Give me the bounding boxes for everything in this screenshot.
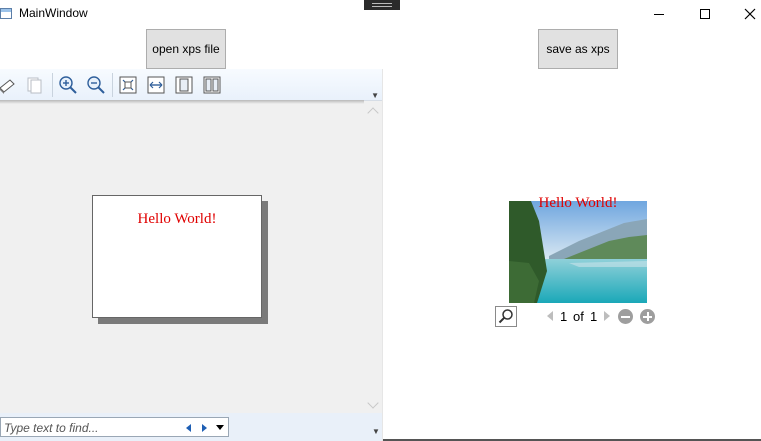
page-width-icon[interactable]	[146, 75, 166, 95]
landscape-image	[509, 201, 647, 303]
save-as-xps-button[interactable]: save as xps	[538, 29, 618, 69]
app-icon	[0, 8, 12, 19]
drag-grip-icon[interactable]	[364, 0, 400, 10]
document-viewer: ▼ Hello World! Type text to find... ▼	[0, 69, 382, 441]
zoom-out-icon[interactable]	[618, 309, 633, 324]
next-page-icon[interactable]	[604, 311, 610, 321]
document-page: Hello World!	[92, 195, 262, 318]
toolbar-overflow-icon[interactable]: ▼	[371, 91, 379, 100]
close-button[interactable]	[727, 0, 761, 28]
scroll-down-icon[interactable]	[367, 397, 379, 409]
whole-page-icon[interactable]	[174, 75, 194, 95]
find-toolbar: Type text to find... ▼	[0, 413, 382, 441]
find-placeholder: Type text to find...	[4, 421, 99, 435]
window-title: MainWindow	[19, 6, 88, 20]
find-next-icon[interactable]	[202, 424, 207, 432]
scroll-up-icon[interactable]	[367, 107, 379, 119]
open-xps-button[interactable]: open xps file	[146, 29, 226, 69]
two-pages-icon[interactable]	[202, 75, 222, 95]
actual-size-icon[interactable]	[118, 75, 138, 95]
preview-overlay-text: Hello World!	[538, 195, 618, 211]
maximize-button[interactable]	[682, 0, 728, 28]
find-previous-icon[interactable]	[186, 424, 191, 432]
zoom-in-icon[interactable]	[640, 309, 655, 324]
minimize-icon	[654, 13, 664, 15]
pane-divider	[382, 69, 383, 441]
title-bar[interactable]: MainWindow	[0, 0, 761, 28]
zoom-out-icon[interactable]	[86, 75, 106, 95]
page-of-label: of	[573, 309, 584, 324]
previous-page-icon[interactable]	[547, 311, 553, 321]
current-page-number: 1	[560, 309, 568, 324]
findbar-overflow-icon[interactable]: ▼	[372, 427, 380, 436]
maximize-icon	[700, 9, 710, 19]
close-icon	[744, 8, 756, 20]
zoom-in-icon[interactable]	[58, 75, 78, 95]
viewer-toolbar: ▼	[0, 69, 382, 101]
toolbar-separator	[52, 73, 53, 97]
find-input[interactable]: Type text to find...	[0, 417, 229, 437]
print-icon[interactable]	[0, 75, 18, 95]
page-text: Hello World!	[137, 211, 217, 227]
toolbar-separator	[112, 73, 113, 97]
toolbar-shadow	[0, 100, 364, 104]
main-window: MainWindow open xps file save as xps ▼ H…	[0, 0, 761, 441]
minimize-button[interactable]	[636, 0, 682, 28]
preview-find-button[interactable]	[495, 306, 517, 327]
total-pages-number: 1	[590, 309, 598, 324]
copy-icon[interactable]	[25, 75, 45, 95]
search-icon	[498, 309, 513, 324]
find-options-dropdown-icon[interactable]	[216, 425, 224, 430]
vertical-scrollbar[interactable]	[364, 101, 382, 411]
